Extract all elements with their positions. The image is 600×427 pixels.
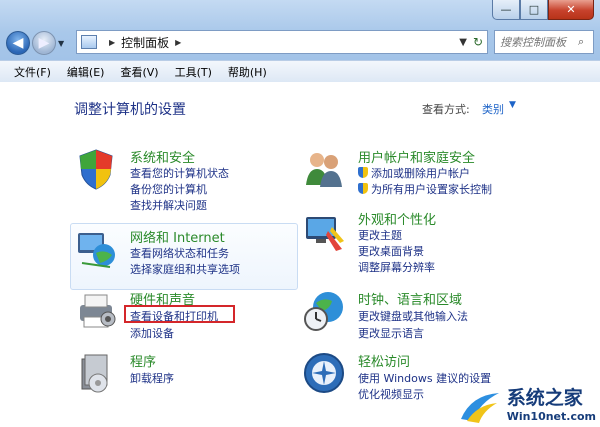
menu-view[interactable]: 查看(V) xyxy=(120,64,158,80)
globe-clock-icon[interactable] xyxy=(302,289,346,333)
category-programs: 程序 卸载程序 xyxy=(74,351,294,399)
watermark-url: Win10net.com xyxy=(506,410,596,423)
category-title[interactable]: 程序 xyxy=(130,351,156,370)
page-title: 调整计算机的设置 xyxy=(74,102,186,118)
category-title[interactable]: 用户帐户和家庭安全 xyxy=(358,147,475,166)
printer-icon[interactable] xyxy=(74,289,118,333)
link-optimize-display[interactable]: 优化视频显示 xyxy=(358,386,424,402)
address-bar[interactable]: ▶ 控制面板 ▶ ▼ ↻ xyxy=(76,30,488,54)
search-icon[interactable]: ⌕ xyxy=(578,35,584,49)
chevron-down-icon[interactable]: ▼ xyxy=(509,100,516,110)
control-panel-content: 调整计算机的设置 查看方式: 类别 ▼ 系统和安全 查看您的计算机状态 备份您的… xyxy=(0,83,600,427)
annotation-highlight-box xyxy=(124,305,235,323)
category-title[interactable]: 网络和 Internet xyxy=(130,227,225,246)
watermark-brand: 系统之家 xyxy=(506,387,583,409)
view-by-dropdown[interactable]: 类别 xyxy=(482,101,504,117)
recent-pages-dropdown[interactable]: ▼ xyxy=(58,39,64,48)
category-title[interactable]: 时钟、语言和区域 xyxy=(358,289,462,308)
category-appearance: 外观和个性化 更改主题 更改桌面背景 调整屏幕分辨率 xyxy=(302,209,542,277)
maximize-button[interactable]: □ xyxy=(520,0,548,20)
menu-help[interactable]: 帮助(H) xyxy=(228,64,267,80)
navigation-buttons: ◀ ▶ ▼ xyxy=(6,30,64,56)
arrow-right-icon: ▶ xyxy=(38,35,50,51)
uac-shield-icon xyxy=(358,167,368,178)
control-panel-icon xyxy=(81,35,97,49)
link-find-fix-problems[interactable]: 查找并解决问题 xyxy=(130,197,207,213)
arrow-left-icon: ◀ xyxy=(12,35,24,51)
link-screen-resolution[interactable]: 调整屏幕分辨率 xyxy=(358,259,435,275)
back-button[interactable]: ◀ xyxy=(6,31,30,55)
window-chrome: — □ ✕ ◀ ▶ ▼ ▶ 控制面板 ▶ ▼ ↻ ⌕ 文件(F) 编辑(E) 查… xyxy=(0,0,600,82)
menu-file[interactable]: 文件(F) xyxy=(14,64,51,80)
link-network-status[interactable]: 查看网络状态和任务 xyxy=(130,245,229,261)
link-text: 为所有用户设置家长控制 xyxy=(371,183,492,196)
menu-bar: 文件(F) 编辑(E) 查看(V) 工具(T) 帮助(H) xyxy=(0,60,600,82)
link-change-keyboard[interactable]: 更改键盘或其他输入法 xyxy=(358,308,468,324)
chevron-right-icon[interactable]: ▶ xyxy=(175,38,181,47)
breadcrumb-control-panel[interactable]: 控制面板 xyxy=(121,34,169,51)
link-view-computer-status[interactable]: 查看您的计算机状态 xyxy=(130,165,229,181)
link-backup-computer[interactable]: 备份您的计算机 xyxy=(130,181,207,197)
category-system-security: 系统和安全 查看您的计算机状态 备份您的计算机 查找并解决问题 xyxy=(74,147,294,219)
category-title[interactable]: 轻松访问 xyxy=(358,351,410,370)
link-add-remove-accounts[interactable]: 添加或删除用户帐户 xyxy=(358,165,470,181)
category-network-internet: 网络和 Internet 查看网络状态和任务 选择家庭组和共享选项 xyxy=(74,227,294,287)
category-title[interactable]: 系统和安全 xyxy=(130,147,195,166)
link-change-display-language[interactable]: 更改显示语言 xyxy=(358,325,424,341)
caption-buttons: — □ ✕ xyxy=(492,0,594,20)
close-button[interactable]: ✕ xyxy=(548,0,594,20)
link-add-device[interactable]: 添加设备 xyxy=(130,325,174,341)
link-parental-controls[interactable]: 为所有用户设置家长控制 xyxy=(358,181,492,197)
menu-edit[interactable]: 编辑(E) xyxy=(67,64,105,80)
link-change-background[interactable]: 更改桌面背景 xyxy=(358,243,424,259)
uac-shield-icon xyxy=(358,183,368,194)
minimize-button[interactable]: — xyxy=(492,0,520,20)
search-input[interactable] xyxy=(500,35,578,49)
appearance-monitor-icon[interactable] xyxy=(302,209,346,253)
users-icon[interactable] xyxy=(302,147,346,191)
link-change-theme[interactable]: 更改主题 xyxy=(358,227,402,243)
address-dropdown-icon[interactable]: ▼ xyxy=(459,37,467,48)
forward-button[interactable]: ▶ xyxy=(32,31,56,55)
network-globe-icon[interactable] xyxy=(74,227,118,271)
view-by-label: 查看方式: xyxy=(422,103,470,116)
link-text: 添加或删除用户帐户 xyxy=(371,167,470,180)
chevron-right-icon[interactable]: ▶ xyxy=(109,38,115,47)
watermark: 系统之家 Win10net.com xyxy=(457,383,596,423)
programs-box-icon[interactable] xyxy=(74,351,118,395)
category-title[interactable]: 外观和个性化 xyxy=(358,209,436,228)
category-clock-language-region: 时钟、语言和区域 更改键盘或其他输入法 更改显示语言 xyxy=(302,289,542,345)
ease-of-access-icon[interactable] xyxy=(302,351,346,395)
link-homegroup-sharing[interactable]: 选择家庭组和共享选项 xyxy=(130,261,240,277)
refresh-icon[interactable]: ↻ xyxy=(473,35,483,49)
menu-tools[interactable]: 工具(T) xyxy=(175,64,212,80)
watermark-logo-icon xyxy=(460,393,499,423)
search-box[interactable]: ⌕ xyxy=(494,30,594,54)
shield-icon[interactable] xyxy=(74,147,118,191)
category-user-accounts: 用户帐户和家庭安全 添加或删除用户帐户 为所有用户设置家长控制 xyxy=(302,147,542,207)
link-uninstall-program[interactable]: 卸载程序 xyxy=(130,370,174,386)
